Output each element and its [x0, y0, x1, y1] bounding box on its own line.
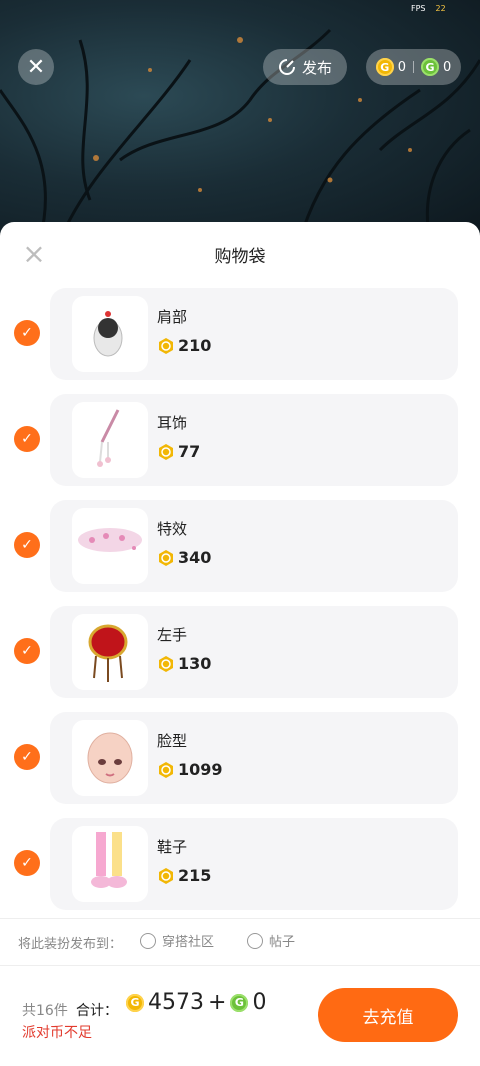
effect-item-icon: [72, 508, 148, 584]
total-label: 合计：: [76, 1003, 118, 1019]
shoulder-item-icon: [72, 296, 148, 372]
price-value: 130: [178, 654, 212, 673]
item-name: 肩部: [157, 308, 188, 326]
insufficient-funds-warning: 派对币不足: [22, 1025, 92, 1041]
price-value: 215: [178, 866, 212, 885]
item-name: 脸型: [157, 732, 188, 750]
total-amount: G 4573 + G 0: [126, 990, 266, 1015]
gold-coin-icon: [159, 549, 173, 566]
list-item[interactable]: 鞋子 215: [50, 818, 458, 910]
item-price: 1099: [157, 760, 223, 779]
price-value: 77: [178, 442, 201, 461]
price-value: 210: [178, 336, 212, 355]
gold-coin-icon: [159, 655, 173, 672]
shoes-item-icon: [72, 826, 148, 902]
earring-item-icon: [72, 402, 148, 478]
green-balance: 0: [443, 59, 452, 75]
gold-balance: 0: [397, 59, 406, 75]
gold-coin-icon: [159, 867, 173, 884]
radio-label: 帖子: [269, 935, 296, 950]
list-item[interactable]: 左手 130: [50, 606, 458, 698]
item-price: 130: [157, 654, 211, 673]
item-checkbox[interactable]: ✓: [14, 850, 40, 876]
price-value: 1099: [178, 760, 223, 779]
radio-circle-icon: [140, 932, 156, 949]
top-close-button[interactable]: ✕: [18, 49, 54, 85]
gold-coin-icon: G: [126, 993, 144, 1012]
item-checkbox[interactable]: ✓: [14, 744, 40, 770]
item-price: 340: [157, 548, 211, 567]
face-item-icon: [72, 720, 148, 796]
list-item[interactable]: 特效 340: [50, 500, 458, 592]
item-checkbox[interactable]: ✓: [14, 532, 40, 558]
checkmark-icon: ✓: [21, 855, 33, 871]
item-checkbox[interactable]: ✓: [14, 638, 40, 664]
green-coin-icon: G: [230, 993, 249, 1012]
item-checkbox[interactable]: ✓: [14, 320, 40, 346]
price-value: 340: [178, 548, 212, 567]
radio-label: 穿搭社区: [162, 935, 215, 950]
item-price: 215: [157, 866, 211, 885]
checkmark-icon: ✓: [21, 325, 33, 341]
checkmark-icon: ✓: [21, 431, 33, 447]
checkmark-icon: ✓: [21, 537, 33, 553]
shopping-bag-sheet: × 购物袋 ✓ 肩部 210 ✓ 耳饰 77 ✓ 特效 340 ✓ 左手 130…: [0, 222, 480, 1066]
gold-coin-icon: [159, 337, 173, 354]
list-item[interactable]: 耳饰 77: [50, 394, 458, 486]
item-name: 耳饰: [157, 414, 188, 432]
background-scene: [0, 0, 480, 240]
publish-label: 发布: [301, 58, 332, 77]
checkmark-icon: ✓: [21, 749, 33, 765]
list-item[interactable]: 肩部 210: [50, 288, 458, 380]
item-name: 左手: [157, 626, 188, 644]
item-name: 特效: [157, 520, 188, 538]
radio-post[interactable]: 帖子: [247, 931, 295, 950]
green-coin-icon: G: [421, 58, 439, 76]
gold-coin-icon: [159, 443, 173, 460]
item-checkbox[interactable]: ✓: [14, 426, 40, 452]
radio-outfit-community[interactable]: 穿搭社区: [140, 931, 214, 950]
item-name: 鞋子: [157, 838, 188, 856]
fps-label: FPS: [411, 4, 426, 13]
gold-coin-icon: G: [375, 58, 394, 76]
left-hand-item-icon: [72, 614, 148, 690]
fps-value: 22: [435, 4, 446, 13]
radio-circle-icon: [247, 932, 263, 949]
publish-target-row: 将此装扮发布到： 穿搭社区 帖子: [0, 918, 480, 966]
recharge-button[interactable]: 去充值: [318, 988, 458, 1042]
list-item[interactable]: 脸型 1099: [50, 712, 458, 804]
item-price: 77: [157, 442, 200, 461]
gold-total: 4573: [148, 990, 204, 1015]
publish-icon: [278, 59, 295, 75]
wallet-balance[interactable]: G 0 G 0: [366, 49, 461, 85]
publish-target-label: 将此装扮发布到：: [18, 937, 123, 952]
plus-sign: +: [208, 990, 227, 1015]
gold-coin-icon: [159, 761, 173, 778]
publish-button[interactable]: 发布: [263, 49, 347, 85]
close-icon: ✕: [26, 54, 46, 80]
balance-divider: [413, 61, 414, 73]
green-total: 0: [252, 990, 267, 1015]
fps-counter: FPS 22: [411, 4, 446, 13]
sheet-title: 购物袋: [214, 247, 266, 267]
item-price: 210: [157, 336, 211, 355]
checkmark-icon: ✓: [21, 643, 33, 659]
item-count: 共16件: [22, 1003, 68, 1019]
